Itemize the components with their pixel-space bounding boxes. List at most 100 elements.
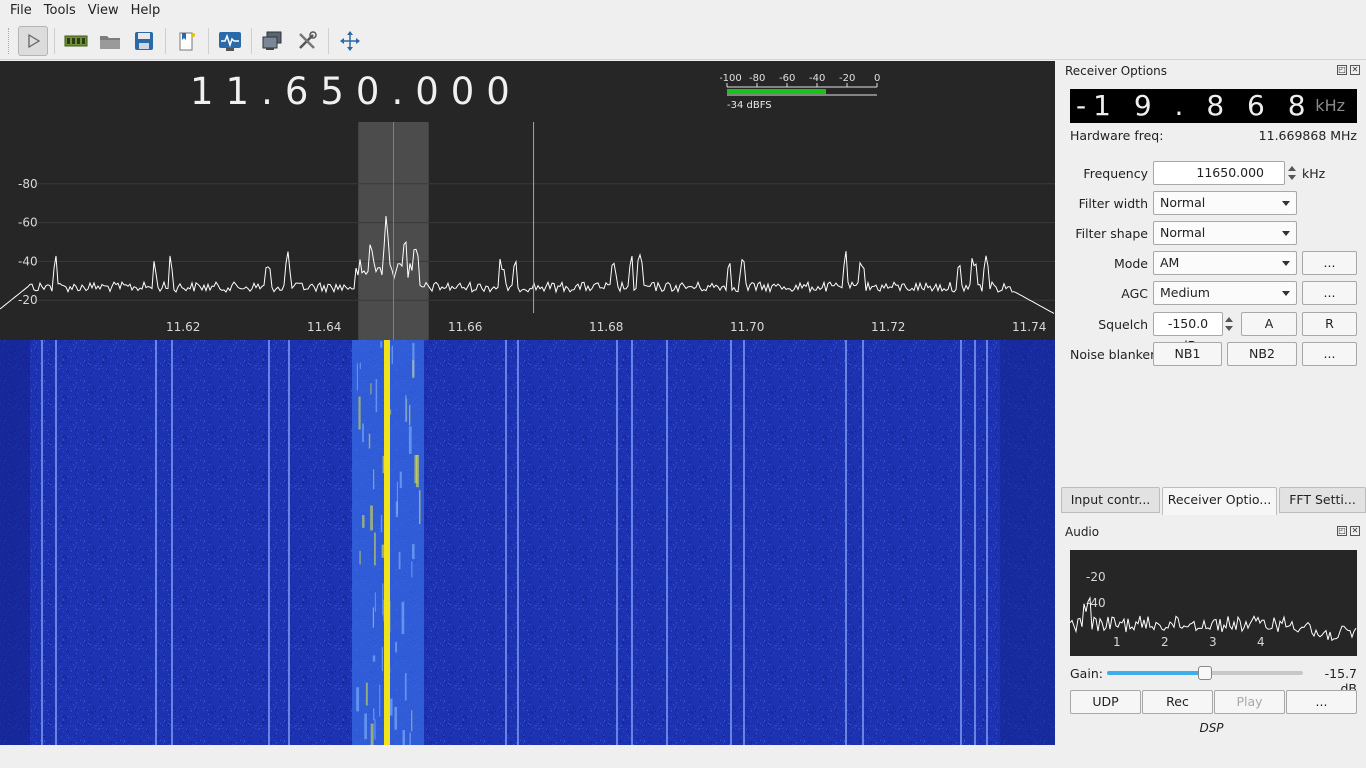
- waterfall-sideband: [401, 601, 405, 635]
- waterfall-carrier-line: [268, 340, 270, 745]
- waterfall-sideband: [381, 647, 384, 672]
- waterfall-sideband: [374, 592, 376, 612]
- waterfall-sideband: [370, 383, 372, 395]
- waterfall-sideband: [374, 532, 376, 566]
- tab-fft-settings[interactable]: FFT Setti...: [1279, 487, 1366, 513]
- squelch-spinner[interactable]: [1223, 312, 1235, 336]
- play-audio-button[interactable]: Play: [1214, 690, 1285, 714]
- meter-tick-label: -100: [720, 73, 742, 84]
- frequency-unit: kHz: [1302, 166, 1326, 181]
- waterfall-sideband: [359, 550, 361, 565]
- waterfall-sideband: [412, 342, 415, 377]
- play-button[interactable]: [18, 25, 48, 56]
- agc-select[interactable]: Medium: [1153, 281, 1297, 305]
- menu-view[interactable]: View: [82, 0, 125, 22]
- right-dock-panel: Receiver Options ◰ ✕ -1 9 . 8 6 8 kHz Ha…: [1057, 61, 1366, 746]
- hardware-freq-label: Hardware freq:: [1070, 128, 1164, 143]
- frequency-label: Frequency: [1083, 166, 1148, 181]
- menu-bar: File Tools View Help: [0, 0, 1366, 22]
- close-icon[interactable]: ✕: [1350, 65, 1360, 75]
- bookmarks-button[interactable]: [172, 26, 202, 56]
- meter-tick-label: 0: [874, 73, 880, 84]
- squelch-auto-button[interactable]: A: [1241, 312, 1297, 336]
- waterfall-sideband: [380, 341, 383, 348]
- x-tick-label: 11.74: [1012, 320, 1046, 334]
- y-tick-label: -80: [18, 177, 38, 191]
- frequency-input[interactable]: 11650.000: [1153, 161, 1285, 185]
- waterfall-sideband: [362, 515, 365, 528]
- menu-help[interactable]: Help: [125, 0, 167, 22]
- waterfall-sideband: [382, 583, 384, 616]
- squelch-reset-button[interactable]: R: [1302, 312, 1357, 336]
- spectrum-plotter[interactable]: 11.650.000 -20 -40 -60 -80 11.62 11.64 11.66 11…: [0, 61, 1055, 340]
- waterfall-sideband: [412, 544, 415, 560]
- undock-icon[interactable]: ◰: [1337, 65, 1347, 75]
- dsp-label: DSP: [1199, 721, 1224, 735]
- tab-receiver-options[interactable]: Receiver Optio...: [1162, 487, 1277, 515]
- squelch-input[interactable]: -150.0 dB: [1153, 312, 1223, 353]
- filter-shape-value: Normal: [1160, 225, 1206, 240]
- rec-button[interactable]: Rec: [1142, 690, 1213, 714]
- filter-shape-select[interactable]: Normal: [1153, 221, 1297, 245]
- meter-tick-label: -20: [839, 73, 855, 84]
- noise-blanker-options-button[interactable]: ...: [1302, 342, 1357, 366]
- waterfall-sideband: [418, 490, 421, 525]
- nb1-button[interactable]: NB1: [1153, 342, 1222, 366]
- tab-input-controls[interactable]: Input contr...: [1061, 487, 1160, 513]
- waterfall-sideband: [358, 396, 361, 430]
- close-icon[interactable]: ✕: [1350, 526, 1360, 536]
- gain-slider-handle[interactable]: [1198, 666, 1212, 680]
- mode-select[interactable]: AM: [1153, 251, 1297, 275]
- x-tick-label: 11.72: [871, 320, 905, 334]
- waterfall-sideband: [374, 719, 376, 740]
- filter-width-select[interactable]: Normal: [1153, 191, 1297, 215]
- waterfall-sideband: [365, 682, 368, 706]
- waterfall-carrier-line: [986, 340, 988, 745]
- gain-label: Gain:: [1070, 666, 1103, 681]
- hardware-button[interactable]: [61, 26, 91, 56]
- waterfall-display[interactable]: [0, 340, 1055, 745]
- waterfall-sideband: [359, 362, 361, 370]
- nb2-button[interactable]: NB2: [1227, 342, 1297, 366]
- audio-y-tick-label: -20: [1086, 570, 1106, 584]
- waterfall-carrier-line: [505, 340, 507, 745]
- save-icon: [135, 31, 153, 50]
- waterfall-sideband: [356, 363, 358, 391]
- menu-file[interactable]: File: [4, 0, 38, 22]
- x-tick-label: 11.70: [730, 320, 764, 334]
- noise-blanker-label: Noise blanker: [1070, 347, 1156, 362]
- network-icon: [262, 31, 282, 50]
- filter-shape-label: Filter shape: [1075, 226, 1148, 241]
- mode-value: AM: [1160, 255, 1180, 270]
- toolbar-grip[interactable]: [8, 27, 12, 54]
- menu-tools[interactable]: Tools: [38, 0, 82, 22]
- toolbar: [0, 22, 1366, 60]
- waterfall-sideband: [380, 514, 383, 533]
- udp-button[interactable]: UDP: [1070, 690, 1141, 714]
- fullscreen-button[interactable]: [335, 26, 365, 56]
- waterfall-sideband: [379, 684, 381, 717]
- y-tick-label: -20: [18, 293, 38, 307]
- waterfall-sideband: [414, 454, 418, 484]
- audio-options-button[interactable]: ...: [1286, 690, 1357, 714]
- open-button[interactable]: [95, 26, 125, 56]
- fullscreen-icon: [340, 30, 360, 51]
- settings-button[interactable]: [292, 26, 322, 56]
- agc-options-button[interactable]: ...: [1302, 281, 1357, 305]
- chevron-down-icon: [1282, 291, 1290, 296]
- level-meter-readout: -34 dBFS: [727, 100, 772, 111]
- mode-options-button[interactable]: ...: [1302, 251, 1357, 275]
- offset-frequency-display[interactable]: -1 9 . 8 6 8 kHz: [1070, 89, 1357, 123]
- waterfall-sideband: [370, 505, 373, 531]
- spectrum-trace: [0, 215, 1055, 314]
- filter-width-label: Filter width: [1078, 196, 1148, 211]
- waterfall-background: [0, 340, 1055, 745]
- frequency-spinner[interactable]: [1286, 161, 1298, 185]
- waterfall-sideband: [372, 655, 376, 662]
- waterfall-sideband: [390, 409, 392, 415]
- undock-icon[interactable]: ◰: [1337, 526, 1347, 536]
- save-button[interactable]: [129, 26, 159, 56]
- level-meter: -100 -80 -60 -40 -20 0 -34 dBFS: [720, 70, 880, 114]
- dxc-button[interactable]: [215, 26, 245, 56]
- remote-button[interactable]: [258, 26, 288, 56]
